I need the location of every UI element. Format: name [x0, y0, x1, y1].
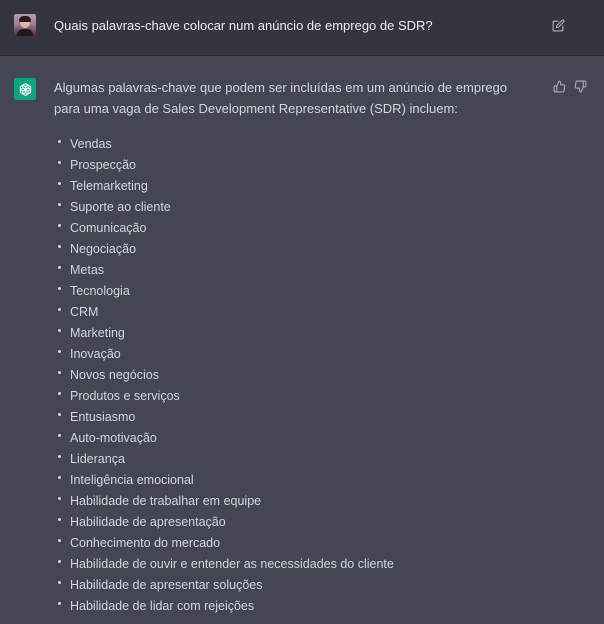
keyword-text: Vendas	[70, 137, 112, 151]
bullet-dot	[58, 539, 61, 542]
keyword-text: Novos negócios	[70, 368, 159, 382]
bullet-dot	[58, 455, 61, 458]
keyword-text: Inteligência emocional	[70, 473, 194, 487]
keyword-text: Inovação	[70, 347, 121, 361]
bullet-dot	[58, 266, 61, 269]
bullet-dot	[58, 581, 61, 584]
keyword-text: Metas	[70, 263, 105, 277]
bullet-dot	[58, 245, 61, 248]
keyword-text: Negociação	[70, 242, 137, 256]
bullet-dot	[58, 350, 61, 353]
keyword-text: Marketing	[70, 326, 125, 340]
bullet-dot	[58, 182, 61, 185]
keyword-text: Suporte ao cliente	[70, 200, 171, 214]
bullet-dot	[58, 161, 61, 164]
keyword-text: Habilidade de trabalhar em equipe	[70, 494, 262, 508]
bullet-dot	[58, 371, 61, 374]
keyword-text: CRM	[70, 305, 99, 319]
bullet-dot	[58, 560, 61, 563]
thumbs-up-icon[interactable]	[553, 80, 566, 93]
edit-icon[interactable]	[552, 19, 565, 32]
bullet-dot	[58, 308, 61, 311]
keyword-text: Habilidade de apresentar soluções	[70, 578, 263, 592]
keyword-text: Telemarketing	[70, 179, 148, 193]
keyword-text: Entusiasmo	[70, 410, 136, 424]
user-message: Quais palavras-chave colocar num anúncio…	[0, 0, 604, 56]
bullet-dot	[58, 203, 61, 206]
assistant-message: Algumas palavras-chave que podem ser inc…	[0, 57, 604, 624]
bullet-dot	[58, 518, 61, 521]
bullet-dot	[58, 392, 61, 395]
user-avatar	[14, 14, 36, 36]
keyword-text: Auto-motivação	[70, 431, 157, 445]
keyword-text: Habilidade de lidar com rejeições	[70, 599, 255, 613]
keyword-text: Liderança	[70, 452, 125, 466]
bullet-dot	[58, 476, 61, 479]
bullet-dot	[58, 413, 61, 416]
bullet-dot	[58, 602, 61, 605]
keyword-text: Comunicação	[70, 221, 147, 235]
keyword-text: Conhecimento do mercado	[70, 536, 221, 550]
thumbs-down-icon[interactable]	[574, 80, 587, 93]
keyword-text: Habilidade de apresentação	[70, 515, 226, 529]
keyword-text: Habilidade de ouvir e entender as necess…	[70, 557, 394, 571]
keyword-text: Tecnologia	[70, 284, 130, 298]
bullet-dot	[58, 287, 61, 290]
user-message-text: Quais palavras-chave colocar num anúncio…	[54, 18, 433, 33]
keyword-text: Prospecção	[70, 158, 137, 172]
keyword-text: Produtos e serviços	[70, 389, 180, 403]
bullet-dot	[58, 329, 61, 332]
bullet-dot	[58, 497, 61, 500]
bullet-dot	[58, 224, 61, 227]
bullet-dot	[58, 434, 61, 437]
bullet-dot	[58, 140, 61, 143]
openai-logo-icon	[14, 78, 36, 100]
assistant-intro-text: Algumas palavras-chave que podem ser inc…	[54, 80, 508, 116]
